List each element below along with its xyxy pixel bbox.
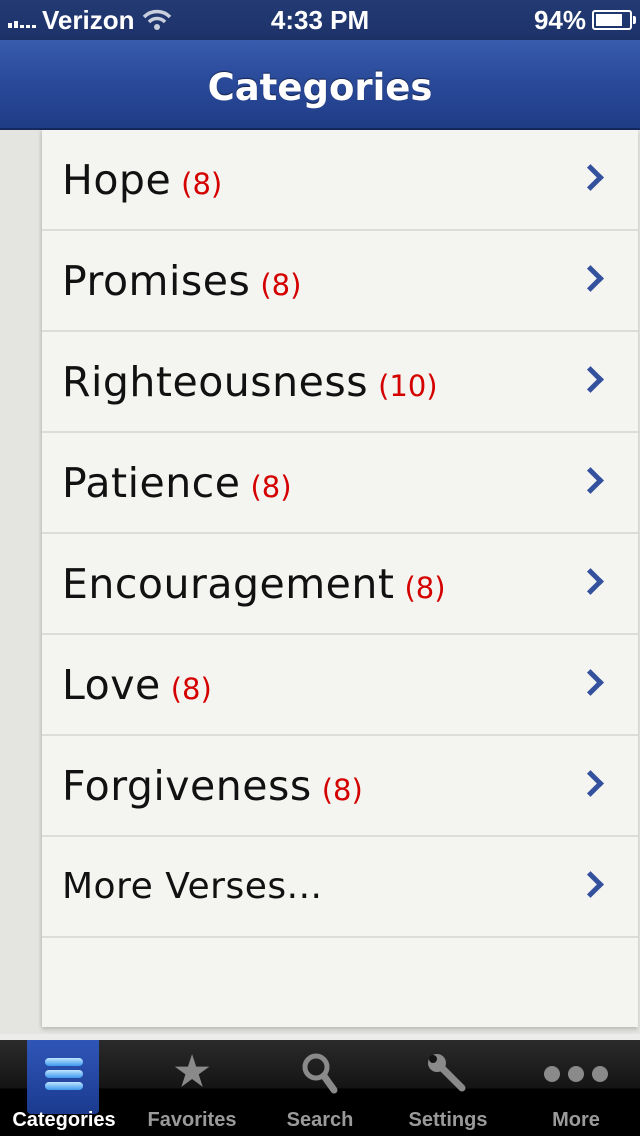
tab-search[interactable]: Search (256, 1040, 384, 1136)
tab-label: More (552, 1109, 600, 1131)
category-count: (8) (260, 267, 302, 302)
more-verses-row[interactable]: More Verses... (42, 837, 638, 938)
page-title: Categories (207, 66, 433, 109)
category-count: (8) (170, 671, 212, 706)
chevron-right-icon (577, 669, 604, 696)
more-dots-icon (544, 1066, 608, 1082)
chevron-right-icon (577, 366, 604, 393)
tab-label: Categories (12, 1109, 116, 1131)
chevron-right-icon (577, 871, 604, 898)
tab-label: Search (286, 1109, 354, 1131)
wrench-icon (428, 1054, 466, 1092)
status-bar: Verizon 4:33 PM 94% (0, 0, 640, 40)
battery-percent: 94% (533, 5, 586, 35)
content-area: Hope (8) Promises (8) Righteousness (10)… (0, 130, 640, 1034)
navigation-bar: Categories (0, 40, 640, 130)
tab-label: Settings (408, 1109, 488, 1131)
tab-label: Favorites (147, 1109, 237, 1131)
category-row-patience[interactable]: Patience (8) (42, 433, 638, 534)
category-label: Hope (62, 155, 172, 204)
category-row-hope[interactable]: Hope (8) (42, 130, 638, 231)
chevron-right-icon (577, 265, 604, 292)
tab-more[interactable]: More (512, 1040, 640, 1136)
category-row-encouragement[interactable]: Encouragement (8) (42, 534, 638, 635)
tab-favorites[interactable]: ★ Favorites (128, 1040, 256, 1136)
chevron-right-icon (577, 770, 604, 797)
category-row-promises[interactable]: Promises (8) (42, 231, 638, 332)
tab-settings[interactable]: Settings (384, 1040, 512, 1136)
search-icon (302, 1053, 338, 1094)
category-label: Promises (62, 256, 251, 305)
category-label: Righteousness (62, 357, 369, 406)
chevron-right-icon (577, 568, 604, 595)
star-icon: ★ (174, 1050, 210, 1094)
category-label: Forgiveness (62, 761, 312, 810)
category-count: (10) (378, 368, 438, 403)
chevron-right-icon (577, 467, 604, 494)
category-row-love[interactable]: Love (8) (42, 635, 638, 736)
chevron-right-icon (577, 164, 604, 191)
more-verses-label: More Verses... (62, 866, 323, 907)
category-list-panel: Hope (8) Promises (8) Righteousness (10)… (42, 130, 638, 1027)
list-icon (45, 1058, 83, 1094)
category-row-forgiveness[interactable]: Forgiveness (8) (42, 736, 638, 837)
tab-bar: Categories ★ Favorites Search Settings M… (0, 1040, 640, 1136)
category-label: Love (62, 660, 161, 709)
category-count: (8) (404, 570, 446, 605)
category-count: (8) (321, 772, 363, 807)
battery-icon (592, 10, 636, 30)
tab-categories[interactable]: Categories (0, 1040, 128, 1136)
category-list: Hope (8) Promises (8) Righteousness (10)… (42, 130, 638, 938)
category-row-righteousness[interactable]: Righteousness (10) (42, 332, 638, 433)
category-count: (8) (181, 166, 223, 201)
category-count: (8) (250, 469, 292, 504)
battery-group: 94% (533, 0, 636, 40)
category-label: Patience (62, 458, 241, 507)
category-label: Encouragement (62, 559, 395, 608)
